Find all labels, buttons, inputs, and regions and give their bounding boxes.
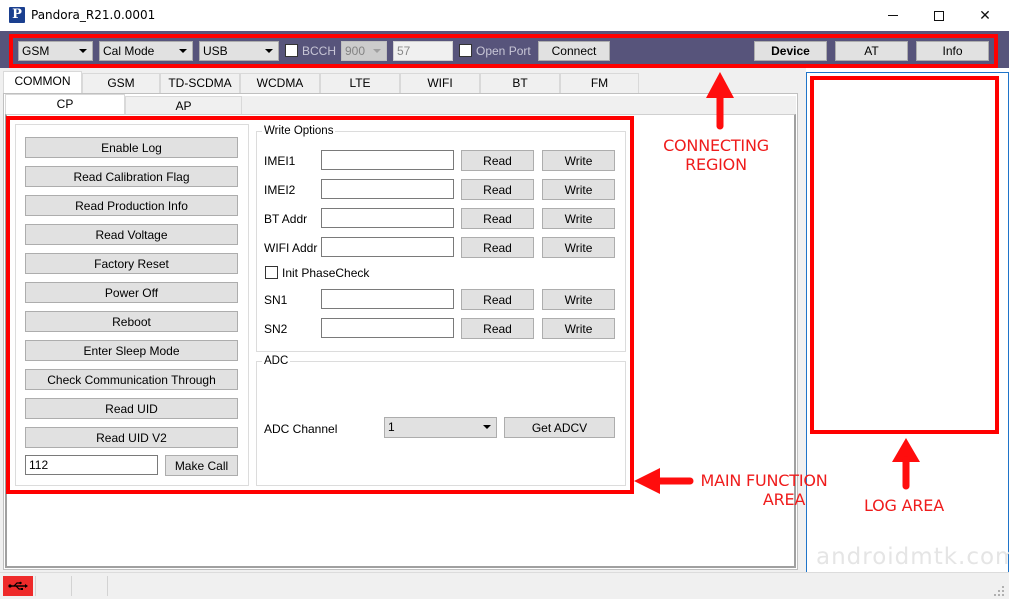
log-area-highlight (810, 76, 999, 434)
app-logo-icon: P (9, 7, 25, 23)
annotation-line: CONNECTING (663, 136, 769, 155)
tab-fm[interactable]: FM (560, 73, 639, 93)
status-separator (107, 576, 108, 596)
tab-td-scdma[interactable]: TD-SCDMA (160, 73, 240, 93)
maximize-button[interactable] (916, 0, 962, 31)
tab-wifi[interactable]: WIFI (400, 73, 480, 93)
window-title: Pandora_R21.0.0001 (31, 8, 156, 22)
status-separator (35, 576, 36, 596)
subtab-cp[interactable]: CP (5, 94, 125, 116)
main-function-arrow-icon (634, 468, 694, 494)
close-icon: ✕ (979, 7, 991, 23)
close-button[interactable]: ✕ (962, 0, 1008, 31)
resize-grip-icon[interactable] (994, 585, 1004, 596)
connecting-arrow-icon (706, 72, 734, 130)
status-bar (0, 572, 1009, 599)
connecting-region-highlight (9, 34, 998, 68)
usb-status-indicator (3, 576, 33, 596)
tab-bt[interactable]: BT (480, 73, 560, 93)
annotation-line: REGION (685, 155, 747, 174)
annotation-line: MAIN FUNCTION (700, 471, 828, 490)
maximize-icon (934, 10, 944, 21)
annotation-line: AREA (762, 490, 806, 509)
main-function-highlight (6, 116, 634, 494)
tab-wcdma[interactable]: WCDMA (240, 73, 320, 93)
minimize-icon (888, 15, 898, 16)
tab-gsm[interactable]: GSM (82, 73, 160, 93)
tab-common[interactable]: COMMON (3, 71, 82, 94)
usb-icon (8, 581, 28, 590)
main-function-annotation: MAIN FUNCTION AREA (694, 471, 834, 509)
subtab-ap[interactable]: AP (125, 96, 242, 115)
minimize-button[interactable] (870, 0, 916, 31)
log-area-annotation: LOG AREA (864, 496, 944, 515)
status-separator (71, 576, 72, 596)
log-area-arrow-icon (892, 438, 920, 490)
tab-lte[interactable]: LTE (320, 73, 400, 93)
watermark: androidmtk.com (816, 544, 1009, 570)
connecting-region-annotation: CONNECTING REGION (652, 136, 780, 174)
